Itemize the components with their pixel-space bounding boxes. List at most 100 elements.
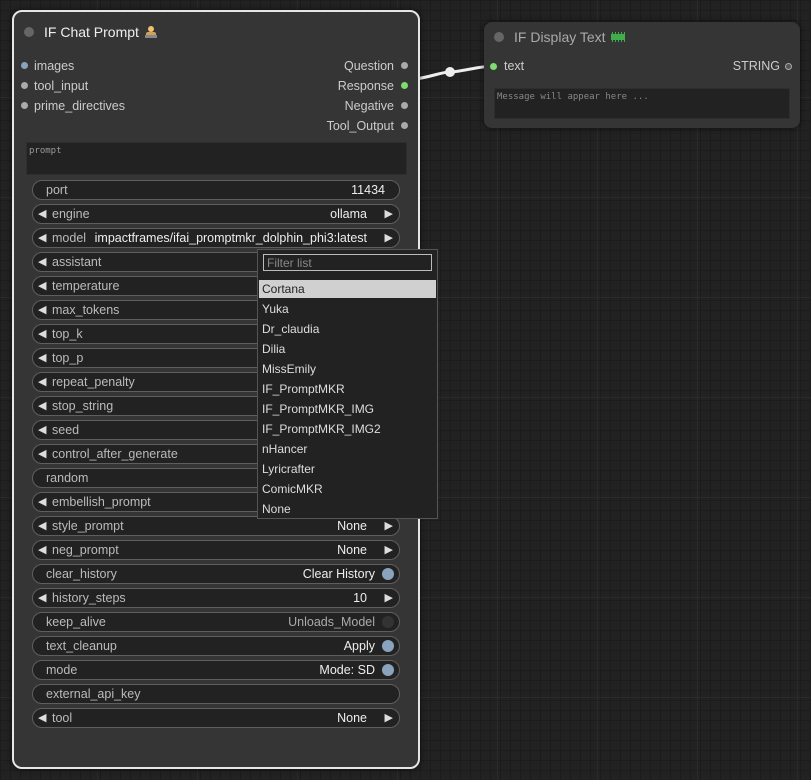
decrement-arrow-icon[interactable]: ◀	[38, 327, 46, 340]
node-collapse-dot[interactable]	[24, 27, 34, 37]
menu-item-if-promptmkr-img[interactable]: IF_PromptMKR_IMG	[259, 400, 436, 418]
decrement-arrow-icon[interactable]: ◀	[38, 399, 46, 412]
menu-item-dr-claudia[interactable]: Dr_claudia	[259, 320, 436, 338]
decrement-arrow-icon[interactable]: ◀	[38, 207, 46, 220]
decrement-arrow-icon[interactable]: ◀	[38, 495, 46, 508]
widget-neg-prompt[interactable]: ◀ neg_prompt None ▶	[32, 540, 400, 560]
widget-value: ollama	[330, 207, 367, 221]
widget-label: engine	[52, 207, 90, 221]
widget-keep-alive[interactable]: keep_alive Unloads_Model	[32, 612, 400, 632]
output-label: Question	[343, 59, 394, 73]
widget-external-api-key[interactable]: external_api_key	[32, 684, 400, 704]
decrement-arrow-icon[interactable]: ◀	[38, 375, 46, 388]
input-slot-tool-input[interactable]	[21, 82, 28, 89]
widget-engine[interactable]: ◀ engine ollama ▶	[32, 204, 400, 224]
widget-label: top_k	[52, 327, 83, 341]
widget-label: history_steps	[52, 591, 126, 605]
decrement-arrow-icon[interactable]: ◀	[38, 351, 46, 364]
widget-value: None	[337, 711, 367, 725]
widget-value: 11434	[351, 183, 385, 197]
decrement-arrow-icon[interactable]: ◀	[38, 255, 46, 268]
node-title: IF Chat Prompt	[44, 24, 157, 40]
menu-item-missemily[interactable]: MissEmily	[259, 360, 436, 378]
input-label: prime_directives	[34, 99, 126, 113]
increment-arrow-icon[interactable]: ▶	[385, 207, 393, 220]
widget-value: Unloads_Model	[288, 615, 375, 629]
output-label: Response	[337, 79, 394, 93]
widget-clear-history[interactable]: clear_history Clear History	[32, 564, 400, 584]
toggle-knob-icon[interactable]	[382, 568, 394, 580]
menu-item-none[interactable]: None	[259, 500, 436, 518]
output-label: Negative	[344, 99, 394, 113]
widget-mode[interactable]: mode Mode: SD	[32, 660, 400, 680]
widget-label: model	[52, 231, 87, 245]
increment-arrow-icon[interactable]: ▶	[385, 543, 393, 556]
widget-text-cleanup[interactable]: text_cleanup Apply	[32, 636, 400, 656]
filter-list-input[interactable]	[263, 254, 432, 271]
menu-item-lyricrafter[interactable]: Lyricrafter	[259, 460, 436, 478]
widget-label: tool	[52, 711, 73, 725]
widget-label: keep_alive	[46, 615, 106, 629]
decrement-arrow-icon[interactable]: ◀	[38, 279, 46, 292]
decrement-arrow-icon[interactable]: ◀	[38, 423, 46, 436]
widget-label: style_prompt	[52, 519, 124, 533]
menu-item-if-promptmkr-img2[interactable]: IF_PromptMKR_IMG2	[259, 420, 436, 438]
widget-value: 10	[353, 591, 367, 605]
toggle-knob-icon[interactable]	[382, 664, 394, 676]
decrement-arrow-icon[interactable]: ◀	[38, 519, 46, 532]
text-input-slot[interactable]	[490, 63, 497, 70]
increment-arrow-icon[interactable]: ▶	[385, 519, 393, 532]
widget-label: neg_prompt	[52, 543, 119, 557]
input-label: images	[34, 59, 75, 73]
widget-tool[interactable]: ◀ tool None ▶	[32, 708, 400, 728]
input-label: tool_input	[34, 79, 89, 93]
widget-label: stop_string	[52, 399, 114, 413]
output-slot-response[interactable]	[401, 82, 408, 89]
decrement-arrow-icon[interactable]: ◀	[38, 303, 46, 316]
widget-label: seed	[52, 423, 80, 437]
if-display-text-node[interactable]: IF Display Text text STRING Message will…	[484, 22, 800, 128]
text-input-label: text	[504, 59, 525, 73]
output-label: Tool_Output	[326, 119, 394, 133]
string-output-label: STRING	[732, 59, 780, 73]
menu-item-comicmkr[interactable]: ComicMKR	[259, 480, 436, 498]
menu-item-dilia[interactable]: Dilia	[259, 340, 436, 358]
toggle-knob-icon[interactable]	[382, 616, 394, 628]
widget-label: random	[46, 471, 89, 485]
output-slot-tool-output[interactable]	[401, 122, 408, 129]
input-slot-images[interactable]	[21, 62, 28, 69]
widget-label: control_after_generate	[52, 447, 178, 461]
decrement-arrow-icon[interactable]: ◀	[38, 543, 46, 556]
node-title: IF Display Text	[514, 29, 626, 45]
widget-label: assistant	[52, 255, 102, 269]
widget-model[interactable]: ◀ model impactframes/ifai_promptmkr_dolphi…	[32, 228, 400, 248]
decrement-arrow-icon[interactable]: ◀	[38, 591, 46, 604]
string-output-slot[interactable]	[785, 63, 792, 70]
menu-item-nhancer[interactable]: nHancer	[259, 440, 436, 458]
prompt-textarea[interactable]: prompt	[26, 142, 407, 175]
widget-value: None	[337, 519, 367, 533]
increment-arrow-icon[interactable]: ▶	[385, 591, 393, 604]
output-slot-negative[interactable]	[401, 102, 408, 109]
menu-item-yuka[interactable]: Yuka	[259, 300, 436, 318]
widget-label: repeat_penalty	[52, 375, 135, 389]
memory-chip-icon	[611, 29, 626, 42]
decrement-arrow-icon[interactable]: ◀	[38, 231, 46, 244]
node-collapse-dot[interactable]	[494, 32, 504, 42]
menu-item-cortana[interactable]: Cortana	[259, 280, 436, 298]
decrement-arrow-icon[interactable]: ◀	[38, 711, 46, 724]
widget-history-steps[interactable]: ◀ history_steps 10 ▶	[32, 588, 400, 608]
increment-arrow-icon[interactable]: ▶	[385, 231, 393, 244]
widget-value: impactframes/ifai_promptmkr_dolphin_phi3…	[94, 231, 367, 245]
widget-style-prompt[interactable]: ◀ style_prompt None ▶	[32, 516, 400, 536]
assistant-dropdown-menu[interactable]: Cortana Yuka Dr_claudia Dilia MissEmily IF_Pr…	[257, 249, 438, 519]
menu-item-if-promptmkr[interactable]: IF_PromptMKR	[259, 380, 436, 398]
input-slot-prime-directives[interactable]	[21, 102, 28, 109]
output-slot-question[interactable]	[401, 62, 408, 69]
decrement-arrow-icon[interactable]: ◀	[38, 447, 46, 460]
widget-value: Apply	[343, 639, 375, 653]
increment-arrow-icon[interactable]: ▶	[385, 711, 393, 724]
message-display: Message will appear here ...	[494, 88, 790, 119]
toggle-knob-icon[interactable]	[382, 640, 394, 652]
widget-port[interactable]: port 11434	[32, 180, 400, 200]
